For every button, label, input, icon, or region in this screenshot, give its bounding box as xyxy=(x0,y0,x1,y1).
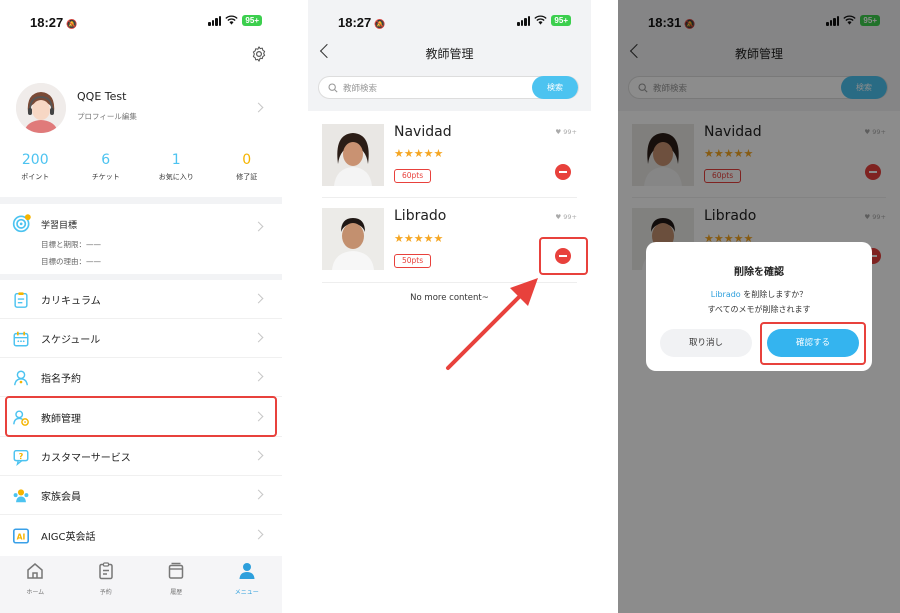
teacher-name: Navidad xyxy=(394,124,452,140)
rating-stars: ★★★★★ xyxy=(394,147,444,160)
goal-reason: 目標の理由：—— xyxy=(41,257,101,266)
chevron-right-icon xyxy=(253,450,264,461)
cancel-button[interactable]: 取り消し xyxy=(660,329,752,357)
divider xyxy=(0,197,282,204)
menu-screen: 18:27 🔕 95+ QQE Test プロフィール編集 200 ポイント 6 チケ… xyxy=(0,0,282,613)
battery-indicator: 95+ xyxy=(551,15,571,26)
teacher-card[interactable]: Navidad ★★★★★ 60pts ♥ 99+ xyxy=(308,112,591,197)
menu-item-customer-service[interactable]: ? カスタマーサービス xyxy=(0,437,282,476)
clipboard-icon xyxy=(99,562,113,580)
highlight-box xyxy=(760,322,866,365)
stat-certificates[interactable]: 0 修了証 xyxy=(212,152,283,182)
teacher-photo xyxy=(322,208,384,270)
search-placeholder: 教師検索 xyxy=(343,84,378,94)
likes-count: ♥ 99+ xyxy=(555,213,577,221)
status-bar: 18:27 🔕 95+ xyxy=(0,0,282,44)
rating-stars: ★★★★★ xyxy=(394,232,444,245)
user-icon xyxy=(239,563,255,579)
status-time: 18:27 🔕 xyxy=(30,15,78,30)
dialog-message: Librado を削除しますか？ xyxy=(710,290,808,299)
dialog-title: 削除を確認 xyxy=(734,267,784,278)
tab-history[interactable]: 履歴 xyxy=(141,556,212,613)
gear-icon[interactable] xyxy=(250,45,268,63)
teacher-name: Librado xyxy=(394,208,447,224)
wifi-icon xyxy=(534,15,548,25)
arrow-annotation xyxy=(446,278,538,370)
person-icon xyxy=(13,370,29,386)
stat-favorites[interactable]: 1 お気に入り xyxy=(141,152,212,182)
signal-icon xyxy=(517,15,531,26)
status-time: 18:27 🔕 xyxy=(338,15,386,30)
delete-confirm-screen: 18:31 🔕 95+ 教師管理 教師検索 検索 Navidad ★★★★★ 60… xyxy=(618,0,900,613)
profile-edit-link[interactable]: プロフィール編集 xyxy=(77,111,137,122)
goal-title[interactable]: 学習目標 xyxy=(41,218,77,231)
family-icon xyxy=(13,489,29,503)
signal-icon xyxy=(208,15,222,26)
bottom-tab-bar: ホーム 予約 履歴 メニュー xyxy=(0,556,282,613)
search-icon xyxy=(328,83,338,93)
avatar[interactable] xyxy=(16,83,66,133)
menu-item-schedule[interactable]: スケジュール xyxy=(0,319,282,358)
nav-bar: 教師管理 xyxy=(308,30,591,70)
points-badge: 60pts xyxy=(394,169,432,183)
chevron-right-icon[interactable] xyxy=(253,102,264,113)
calendar-icon xyxy=(13,331,29,347)
menu-item-family-members[interactable]: 家族会員 xyxy=(0,476,282,515)
stats-row: 200 ポイント 6 チケット 1 お気に入り 0 修了証 xyxy=(0,152,282,182)
remove-teacher-button[interactable] xyxy=(555,164,571,180)
chevron-right-icon xyxy=(253,529,264,540)
page-title: 教師管理 xyxy=(425,47,474,61)
stat-tickets[interactable]: 6 チケット xyxy=(71,152,142,182)
chevron-right-icon xyxy=(253,332,264,343)
tab-home[interactable]: ホーム xyxy=(0,556,71,613)
wifi-icon xyxy=(225,15,239,25)
dialog-teacher-name: Librado xyxy=(710,290,741,299)
bell-mute-icon: 🔕 xyxy=(374,19,386,29)
search-input[interactable]: 教師検索 検索 xyxy=(318,76,579,99)
bell-mute-icon: 🔕 xyxy=(66,19,78,29)
chevron-right-icon xyxy=(253,293,264,304)
curriculum-icon xyxy=(14,292,28,308)
likes-count: ♥ 99+ xyxy=(555,128,577,136)
stat-points[interactable]: 200 ポイント xyxy=(0,152,71,182)
menu-item-aigc-english[interactable]: AI AIGC英会話 xyxy=(0,516,282,555)
menu-item-designated-booking[interactable]: 指名予約 xyxy=(0,358,282,397)
menu-item-curriculum[interactable]: カリキュラム xyxy=(0,280,282,319)
search-button[interactable]: 検索 xyxy=(532,76,578,99)
search-area: 教師検索 検索 xyxy=(308,70,591,111)
history-icon xyxy=(169,562,184,579)
teacher-photo xyxy=(322,124,384,186)
points-badge: 50pts xyxy=(394,254,432,268)
target-icon xyxy=(12,214,31,233)
tab-menu[interactable]: メニュー xyxy=(212,556,283,613)
ai-icon: AI xyxy=(12,528,30,544)
teacher-management-screen: 18:27 🔕 95+ 教師管理 教師検索 検索 Navidad ★★★★★ 60… xyxy=(308,0,591,613)
chevron-right-icon[interactable] xyxy=(253,221,264,232)
tab-booking[interactable]: 予約 xyxy=(71,556,142,613)
goal-deadline: 目標と期限：—— xyxy=(41,240,101,249)
dialog-message-note: すべてのメモが削除されます xyxy=(707,305,811,314)
profile-name: QQE Test xyxy=(77,90,127,103)
svg-text:AI: AI xyxy=(17,533,26,542)
chat-question-icon: ? xyxy=(13,449,29,466)
highlight-box xyxy=(5,396,277,437)
chevron-right-icon xyxy=(253,489,264,500)
home-icon xyxy=(27,563,43,579)
battery-indicator: 95+ xyxy=(242,15,262,26)
svg-text:?: ? xyxy=(19,451,24,461)
chevron-right-icon xyxy=(253,371,264,382)
